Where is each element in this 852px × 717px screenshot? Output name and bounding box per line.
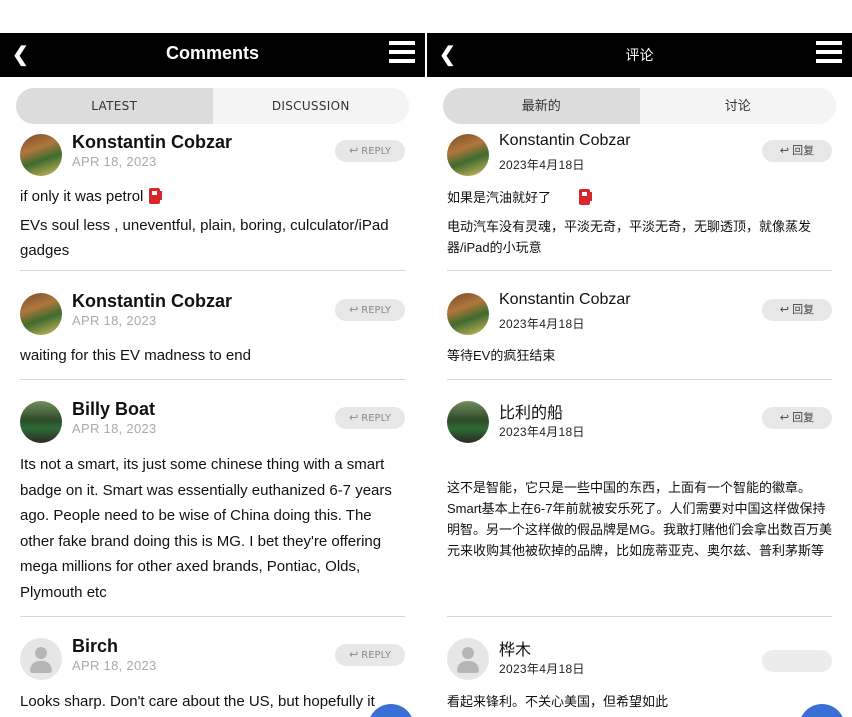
comment-divider [447,379,832,380]
comment-divider [447,270,832,271]
comment-author[interactable]: Billy Boat [72,399,155,420]
avatar[interactable] [20,401,62,443]
comment-text: waiting for this EV madness to end [20,347,251,364]
top-bar: ❮ Comments [0,33,425,77]
avatar[interactable] [447,293,489,335]
tab-discussion[interactable]: 讨论 [639,88,836,124]
comment-body: if only it was petrol EVs soul less , un… [20,184,405,264]
avatar[interactable] [20,293,62,335]
tab-latest[interactable]: 最新的 [443,88,640,124]
reply-label: 回复 [792,303,815,316]
page-title: 评论 [625,47,654,63]
comment-body: 这不是智能，它只是一些中国的东西，上面有一个智能的徽章。Smart基本上在6-7… [447,477,832,561]
comment-date: 2023年4月18日 [499,662,585,676]
comment-body: 看起来锋利。不关心美国，但希望如此 [447,691,832,712]
top-bar: ❮ 评论 [427,33,852,77]
reply-label: 回复 [792,411,815,424]
comment-body: waiting for this EV madness to end [20,343,405,369]
reply-arrow-icon: ↩ [349,411,359,424]
fuel-pump-icon [579,189,593,205]
comment-author[interactable]: Konstantin Cobzar [499,132,631,150]
comment-text: Looks sharp. Don't care about the US, bu… [20,693,375,710]
comment-author[interactable]: Konstantin Cobzar [499,291,631,309]
reply-arrow-icon: ↩ [349,303,359,316]
comment-divider [20,270,405,271]
sort-segmented-control: LATEST DISCUSSION [16,88,409,124]
reply-label: REPLY [361,305,391,316]
comment-body: 如果是汽油就好了 电动汽车没有灵魂，平淡无奇，平淡无奇，无聊透顶，就像蒸发器/i… [447,187,832,258]
reply-button[interactable]: ↩ 回复 [762,140,832,162]
sort-segmented-control: 最新的 讨论 [443,88,836,124]
comment-author[interactable]: 桦木 [499,636,531,660]
avatar[interactable] [447,401,489,443]
reply-label: REPLY [361,413,391,424]
page-title: Comments [165,43,259,63]
comment-date: APR 18, 2023 [72,313,157,328]
comment-author[interactable]: Konstantin Cobzar [72,291,232,312]
comment-divider [20,616,405,617]
comment-date: 2023年4月18日 [499,317,585,331]
avatar[interactable] [447,638,489,680]
comment-text: 这不是智能，它只是一些中国的东西，上面有一个智能的徽章。Smart基本上在6-7… [447,480,832,558]
reply-button[interactable]: ↩ 回复 [762,407,832,429]
comment-body: Looks sharp. Don't care about the US, bu… [20,689,405,715]
comment-date: APR 18, 2023 [72,658,157,673]
reply-arrow-icon: ↩ [779,303,790,316]
reply-button[interactable]: ↩ REPLY [335,407,405,429]
reply-arrow-icon: ↩ [349,648,359,661]
comment-author[interactable]: Birch [72,636,118,657]
comment-author[interactable]: 比利的船 [499,399,563,423]
original-panel: ❮ Comments LATEST DISCUSSION Konstantin … [0,0,425,717]
comment-divider [20,379,405,380]
comment-divider [447,616,832,617]
reply-label: 回复 [792,144,815,157]
tab-discussion[interactable]: DISCUSSION [212,88,409,124]
comment-date: 2023年4月18日 [499,425,585,439]
comment-date: 2023年4月18日 [499,158,585,172]
comment-date: APR 18, 2023 [72,421,157,436]
comment-author[interactable]: Konstantin Cobzar [72,132,232,153]
comment-text: 如果是汽油就好了 [447,190,552,205]
reply-button[interactable]: ↩ REPLY [335,644,405,666]
reply-arrow-icon: ↩ [349,144,359,157]
reply-button[interactable] [762,650,832,672]
comment-text: if only it was petrol [20,188,144,205]
comment-text: EVs soul less , uneventful, plain, borin… [20,216,389,260]
reply-label: REPLY [361,650,391,661]
hamburger-menu-icon[interactable] [816,41,842,65]
comment-body: 等待EV的疯狂结束 [447,345,832,366]
comment-date: APR 18, 2023 [72,154,157,169]
fuel-pump-icon [149,188,163,204]
reply-button[interactable]: ↩ REPLY [335,299,405,321]
translation-panel: ❮ 评论 最新的 讨论 Konstantin Cobzar 2023年4月18日… [427,0,852,717]
reply-label: REPLY [361,146,391,157]
comment-text: 等待EV的疯狂结束 [447,348,556,363]
avatar[interactable] [20,134,62,176]
avatar[interactable] [447,134,489,176]
comment-body: Its not a smart, its just some chinese t… [20,452,405,605]
reply-arrow-icon: ↩ [779,144,790,157]
comment-text: 电动汽车没有灵魂，平淡无奇，平淡无奇，无聊透顶，就像蒸发器/iPad的小玩意 [447,219,812,255]
tab-latest[interactable]: LATEST [16,88,213,124]
comment-text: 看起来锋利。不关心美国，但希望如此 [447,694,669,709]
reply-button[interactable]: ↩ 回复 [762,299,832,321]
reply-button[interactable]: ↩ REPLY [335,140,405,162]
comment-text: Its not a smart, its just some chinese t… [20,456,392,601]
reply-arrow-icon: ↩ [779,411,790,424]
hamburger-menu-icon[interactable] [389,41,415,65]
avatar[interactable] [20,638,62,680]
